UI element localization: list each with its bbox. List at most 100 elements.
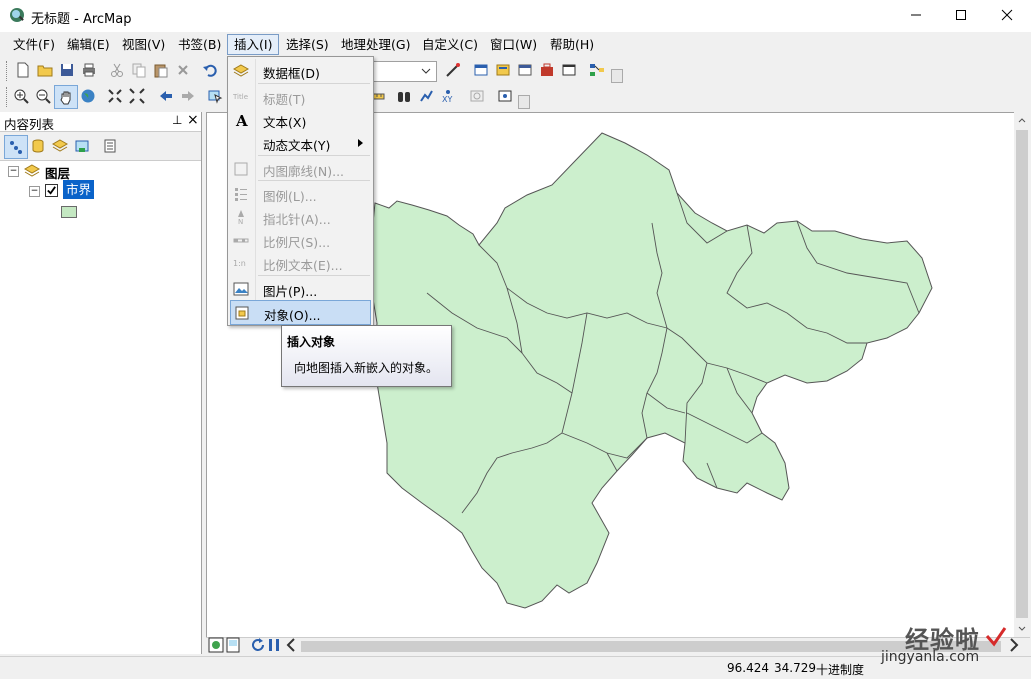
menu-item-object[interactable]: 对象(O)... [230, 300, 371, 325]
toc-options-button[interactable] [99, 135, 121, 157]
menu-item-title[interactable]: Title 标题(T) [230, 85, 371, 108]
menu-selection[interactable]: 选择(S) [280, 35, 335, 54]
find-button[interactable] [393, 85, 415, 107]
globe-icon [81, 89, 95, 103]
copy-button[interactable] [128, 59, 150, 81]
pause-drawing-button[interactable] [266, 637, 282, 653]
maximize-button[interactable] [938, 0, 984, 30]
paste-icon [154, 64, 168, 78]
python-window-button[interactable] [558, 59, 580, 81]
menu-item-dynamic-text[interactable]: 动态文本(Y) [230, 131, 371, 154]
scale-combobox[interactable] [372, 61, 437, 82]
undo-icon [203, 64, 217, 77]
layer-name-selected[interactable]: 市界 [63, 180, 95, 199]
menu-item-data-frame[interactable]: 数据框(D) [230, 59, 371, 82]
time-slider-icon [470, 90, 484, 102]
menu-item-scale-bar[interactable]: 比例尺(S)... [230, 228, 371, 251]
scroll-down-button[interactable] [1014, 621, 1030, 637]
fixed-zoom-out-button[interactable] [126, 85, 148, 107]
pan-button[interactable] [54, 85, 78, 109]
refresh-button[interactable] [250, 637, 266, 653]
paste-button[interactable] [150, 59, 172, 81]
picture-icon [232, 280, 250, 298]
menu-view[interactable]: 视图(V) [116, 35, 171, 54]
menu-item-north-arrow[interactable]: N 指北针(A)... [230, 205, 371, 228]
full-extent-button[interactable] [77, 85, 99, 107]
pin-button[interactable]: ⊥ [172, 113, 182, 127]
toolbar-grip[interactable] [6, 61, 10, 81]
region-polygon-outline [368, 132, 933, 609]
menu-item-text[interactable]: A 文本(X) [230, 108, 371, 131]
go-back-button[interactable] [155, 85, 177, 107]
arctoolbox-icon [541, 63, 553, 76]
layer-symbol-swatch[interactable] [61, 206, 77, 218]
svg-text:1:n: 1:n [233, 259, 246, 268]
find-route-button[interactable] [415, 85, 437, 107]
cut-button[interactable] [106, 59, 128, 81]
menu-help[interactable]: 帮助(H) [544, 35, 600, 54]
menu-insert[interactable]: 插入(I) [227, 34, 280, 55]
close-button[interactable] [984, 0, 1030, 30]
arctoolbox-button[interactable] [536, 59, 558, 81]
collapse-layer-toggle[interactable]: − [29, 186, 40, 197]
menu-item-neatline[interactable]: 内图廓线(N)... [230, 157, 371, 180]
list-by-visibility-button[interactable] [49, 135, 71, 157]
menu-windows[interactable]: 窗口(W) [484, 35, 543, 54]
list-by-drawing-order-button[interactable] [4, 135, 28, 159]
menu-bookmarks[interactable]: 书签(B) [172, 35, 227, 54]
map-vertical-scrollbar[interactable] [1014, 112, 1030, 637]
zoom-in-button[interactable] [10, 85, 32, 107]
collapse-layers-toggle[interactable]: − [8, 166, 19, 177]
search-window-button[interactable] [514, 59, 536, 81]
layer-visibility-checkbox[interactable] [45, 184, 58, 197]
open-button[interactable] [34, 59, 56, 81]
print-button[interactable] [78, 59, 100, 81]
menu-item-scale-text[interactable]: 1:n 比例文本(E)... [230, 251, 371, 274]
menu-separator [258, 83, 370, 84]
create-viewer-window-button[interactable] [494, 85, 516, 107]
fixed-zoom-out-icon [129, 88, 145, 104]
go-forward-button[interactable] [177, 85, 199, 107]
undo-button[interactable] [199, 59, 221, 81]
menu-geoprocessing[interactable]: 地理处理(G) [335, 35, 416, 54]
open-folder-icon [37, 65, 53, 77]
menu-file[interactable]: 文件(F) [7, 35, 61, 54]
zoom-out-button[interactable] [32, 85, 54, 107]
menu-item-label: 文本(X) [263, 115, 307, 130]
viewer-window-icon [498, 90, 512, 102]
scroll-up-button[interactable] [1014, 112, 1030, 128]
catalog-window-button[interactable] [492, 59, 514, 81]
window-title: 无标题 - ArcMap [31, 12, 132, 27]
toolbar-options-button[interactable] [611, 69, 623, 83]
fixed-zoom-in-button[interactable] [104, 85, 126, 107]
menu-customize[interactable]: 自定义(C) [416, 35, 484, 54]
list-by-selection-button[interactable] [71, 135, 93, 157]
delete-button[interactable] [172, 59, 194, 81]
toolbar-options-button[interactable] [518, 95, 530, 109]
menu-item-legend[interactable]: 图例(L)... [230, 182, 371, 205]
new-document-button[interactable] [12, 59, 34, 81]
save-button[interactable] [56, 59, 78, 81]
menu-item-label: 标题(T) [263, 92, 306, 107]
data-view-button[interactable] [208, 637, 224, 653]
menu-edit[interactable]: 编辑(E) [61, 35, 116, 54]
editor-toolbar-button[interactable] [442, 59, 464, 81]
title-icon: Title [232, 88, 250, 106]
toc-close-button[interactable]: × [187, 112, 199, 128]
scroll-thumb[interactable] [1016, 130, 1028, 618]
table-window-button[interactable] [470, 59, 492, 81]
go-to-xy-button[interactable]: XY [437, 85, 459, 107]
menu-item-picture[interactable]: 图片(P)... [230, 277, 371, 300]
select-features-button[interactable] [204, 85, 226, 107]
toc-toolbar [0, 132, 201, 161]
layout-view-button[interactable] [225, 637, 241, 653]
list-by-source-button[interactable] [27, 135, 49, 157]
chevron-down-icon [421, 68, 431, 74]
delete-icon [178, 65, 188, 75]
scroll-left-button[interactable] [283, 637, 299, 653]
modelbuilder-button[interactable] [586, 59, 608, 81]
menu-item-label: 数据框(D) [263, 66, 320, 81]
minimize-button[interactable] [893, 0, 939, 30]
layers-icon [23, 163, 41, 179]
time-slider-button[interactable] [466, 85, 488, 107]
